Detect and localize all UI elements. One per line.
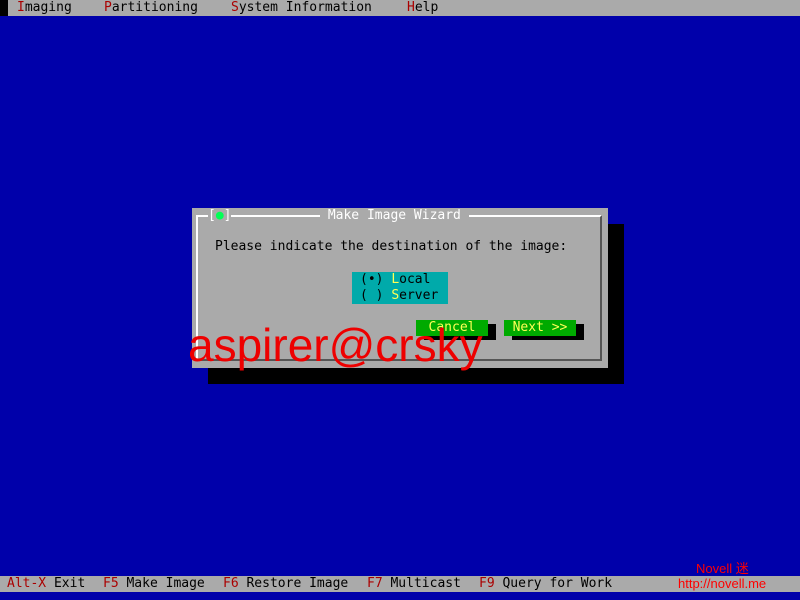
dialog-title: Make Image Wizard [320, 208, 469, 224]
status-alt-x-key: Alt-X [7, 576, 47, 591]
menu-partitioning-hotkey: P [104, 0, 112, 15]
destination-prompt: Please indicate the destination of the i… [215, 239, 568, 254]
status-f7-label: Multicast [382, 576, 461, 591]
menu-imaging-label: maging [24, 0, 72, 15]
status-f5-key: F5 [103, 576, 119, 591]
brand-watermark: Novell 迷 [696, 561, 749, 576]
next-button-bottom-shadow [512, 336, 584, 340]
destination-radio-group: (•) Local ( ) Server [352, 272, 448, 304]
menu-imaging[interactable]: Imaging [17, 0, 72, 16]
menu-help-hotkey: H [407, 0, 415, 15]
menu-bar: Imaging Partitioning System Information … [0, 0, 800, 16]
status-f6-key: F6 [223, 576, 239, 591]
radio-local-hotkey: L [391, 272, 400, 287]
status-f9-label: Query for Work [494, 576, 613, 591]
menu-partitioning-label: artitioning [111, 0, 198, 15]
status-f6-restore-image[interactable]: F6 Restore Image [223, 576, 348, 592]
menu-system-information[interactable]: System Information [231, 0, 372, 16]
status-alt-x-label: Exit [46, 576, 86, 591]
status-f7-key: F7 [367, 576, 383, 591]
menu-help-label: elp [414, 0, 439, 15]
radio-local-label: ocal [399, 272, 431, 287]
menu-partitioning[interactable]: Partitioning [104, 0, 198, 16]
menu-help[interactable]: Help [407, 0, 438, 16]
radio-server-label: erver [399, 288, 439, 303]
status-f9-key: F9 [479, 576, 495, 591]
close-box-bracket-open: [ [208, 208, 216, 223]
close-box-bracket-close: ] [223, 208, 232, 223]
menu-imaging-hotkey: I [17, 0, 25, 15]
status-alt-x-exit[interactable]: Alt-X Exit [7, 576, 85, 592]
menu-system-information-hotkey: S [231, 0, 239, 15]
brand-url: http://novell.me [678, 576, 767, 591]
radio-server-hotkey: S [391, 288, 400, 303]
next-button[interactable]: Next >> [504, 320, 576, 336]
menu-bar-left-cap [0, 0, 8, 16]
watermark-text: aspirer@crsky [188, 319, 483, 371]
status-f6-label: Restore Image [238, 576, 349, 591]
status-f9-query-for-work[interactable]: F9 Query for Work [479, 576, 612, 592]
menu-system-information-label: ystem Information [238, 0, 372, 15]
status-f7-multicast[interactable]: F7 Multicast [367, 576, 461, 592]
status-f5-make-image[interactable]: F5 Make Image [103, 576, 205, 592]
radio-local-mark: (•) [360, 272, 392, 287]
close-box-button[interactable]: [●] [208, 208, 232, 224]
radio-server[interactable]: ( ) Server [352, 288, 448, 304]
close-dot-icon: ● [215, 208, 224, 223]
status-f5-label: Make Image [118, 576, 205, 591]
radio-local[interactable]: (•) Local [352, 272, 448, 288]
radio-server-mark: ( ) [360, 288, 392, 303]
